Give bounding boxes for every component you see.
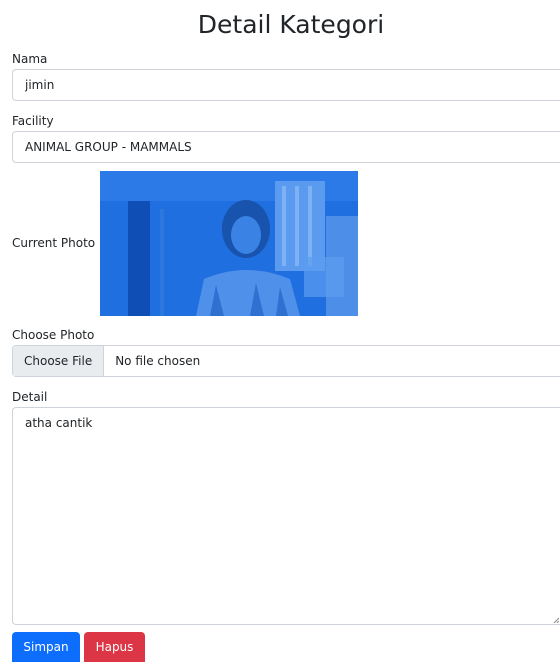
- detail-textarea[interactable]: atha cantik: [12, 407, 560, 625]
- photo-illustration: [100, 171, 358, 316]
- choose-file-button[interactable]: Choose File: [13, 346, 105, 376]
- resize-grip-icon[interactable]: [553, 617, 559, 623]
- nama-input[interactable]: [12, 69, 560, 101]
- file-status-text: No file chosen: [115, 354, 201, 368]
- page-title: Detail Kategori: [197, 10, 385, 39]
- detail-label: Detail: [12, 390, 48, 404]
- choose-photo-label: Choose Photo: [12, 328, 95, 342]
- facility-label: Facility: [12, 114, 54, 128]
- photo-file-input[interactable]: Choose File No file chosen: [12, 345, 560, 377]
- current-photo-label: Current Photo: [12, 236, 96, 250]
- delete-button[interactable]: Hapus: [84, 632, 145, 662]
- nama-label: Nama: [12, 52, 48, 66]
- save-button[interactable]: Simpan: [12, 632, 80, 662]
- facility-input[interactable]: [12, 131, 560, 163]
- current-photo-image: [100, 171, 358, 316]
